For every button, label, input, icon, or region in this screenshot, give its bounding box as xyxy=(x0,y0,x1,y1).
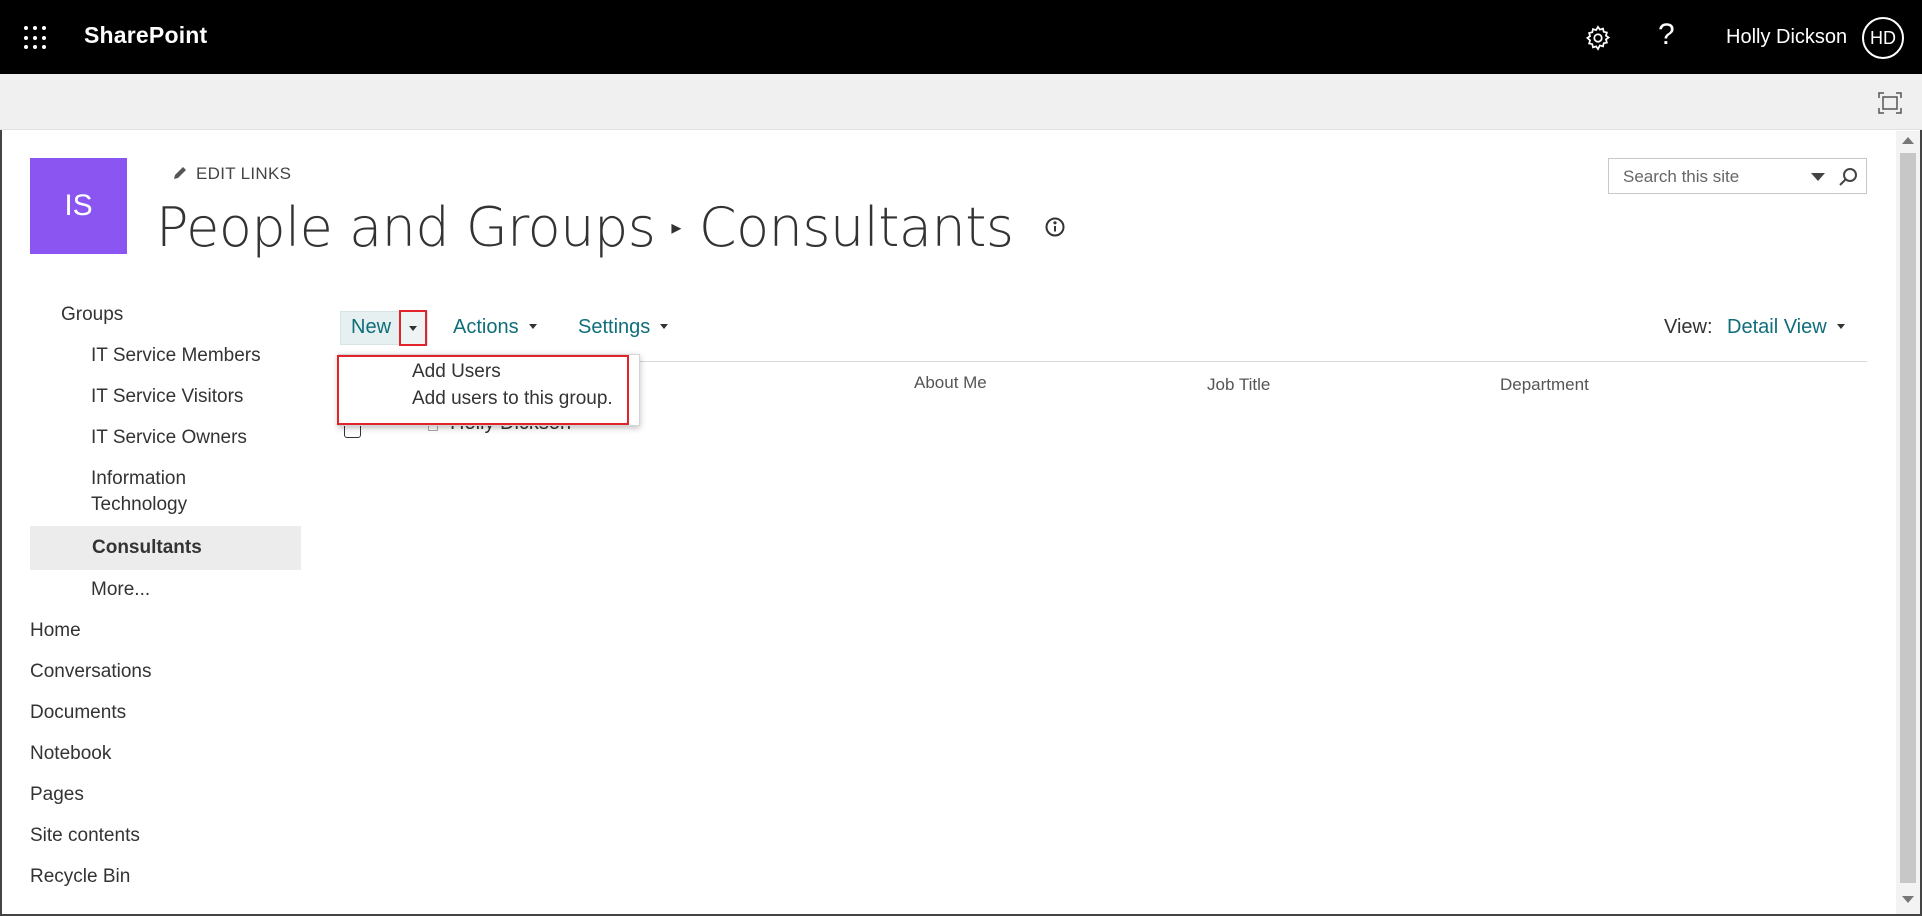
chevron-down-icon xyxy=(660,324,669,329)
actions-label: Actions xyxy=(453,316,519,338)
nav-item-site-contents[interactable]: Site contents xyxy=(30,823,140,849)
settings-menu[interactable]: Settings xyxy=(578,316,669,339)
new-button[interactable]: New xyxy=(351,316,391,339)
site-logo[interactable]: IS xyxy=(30,158,127,254)
nav-item-information-technology[interactable]: Information Technology xyxy=(91,466,187,518)
suite-bar: SharePoint ? Holly Dickson HD xyxy=(0,0,1922,74)
nav-item-conversations[interactable]: Conversations xyxy=(30,659,151,685)
new-button-group: New xyxy=(340,310,428,346)
nav-item-home[interactable]: Home xyxy=(30,618,81,644)
nav-groups-heading[interactable]: Groups xyxy=(61,302,123,328)
edit-links-label: EDIT LINKS xyxy=(196,164,292,183)
nav-item-it-service-members[interactable]: IT Service Members xyxy=(91,343,261,369)
search-scope-chevron-icon[interactable] xyxy=(1811,173,1825,181)
info-icon[interactable] xyxy=(1044,216,1066,238)
nav-item-documents[interactable]: Documents xyxy=(30,700,126,726)
scroll-up-icon[interactable] xyxy=(1902,137,1914,144)
nav-item-pages[interactable]: Pages xyxy=(30,782,84,808)
settings-label: Settings xyxy=(578,316,651,338)
column-header-about-me[interactable]: About Me xyxy=(914,373,987,393)
view-label: View: xyxy=(1664,316,1713,338)
help-icon[interactable]: ? xyxy=(1658,18,1675,52)
focus-content-icon[interactable] xyxy=(1878,92,1902,114)
chevron-down-icon xyxy=(528,324,537,329)
app-launcher-icon[interactable] xyxy=(24,26,48,50)
ribbon-bar xyxy=(0,74,1922,130)
view-selector[interactable]: Detail View xyxy=(1727,316,1845,339)
chevron-down-icon xyxy=(409,326,417,331)
nav-item-consultants[interactable]: Consultants xyxy=(92,535,202,561)
vertical-scrollbar[interactable] xyxy=(1896,131,1920,914)
view-value: Detail View xyxy=(1727,316,1827,338)
new-dropdown-button[interactable] xyxy=(399,310,427,346)
scroll-thumb[interactable] xyxy=(1900,153,1916,883)
nav-item-recycle-bin[interactable]: Recycle Bin xyxy=(30,864,130,890)
search-input[interactable] xyxy=(1623,166,1803,188)
brand-name[interactable]: SharePoint xyxy=(84,22,207,49)
pencil-icon xyxy=(174,167,186,179)
nav-item-more[interactable]: More... xyxy=(91,577,150,603)
scroll-down-icon[interactable] xyxy=(1902,896,1914,903)
menu-item-add-users[interactable]: Add Users xyxy=(412,361,501,383)
page-title: People and Groups ▸ Consultants xyxy=(156,196,1066,259)
nav-item-it-service-visitors[interactable]: IT Service Visitors xyxy=(91,384,243,410)
search-box xyxy=(1608,158,1867,194)
nav-item-notebook[interactable]: Notebook xyxy=(30,741,111,767)
nav-item-it-service-owners[interactable]: IT Service Owners xyxy=(91,425,247,451)
menu-item-description: Add users to this group. xyxy=(412,388,613,409)
breadcrumb-current: Consultants xyxy=(698,196,1014,259)
user-name[interactable]: Holly Dickson xyxy=(1726,26,1847,49)
column-header-department[interactable]: Department xyxy=(1500,375,1589,395)
new-dropdown-menu[interactable]: Add Users Add users to this group. xyxy=(337,354,640,426)
breadcrumb-separator-icon: ▸ xyxy=(671,215,681,239)
chevron-down-icon xyxy=(1836,324,1845,329)
window-frame xyxy=(0,0,1922,916)
gear-icon[interactable] xyxy=(1584,24,1612,52)
search-icon[interactable] xyxy=(1837,166,1859,188)
actions-menu[interactable]: Actions xyxy=(453,316,537,339)
avatar[interactable]: HD xyxy=(1862,17,1904,59)
breadcrumb-parent[interactable]: People and Groups xyxy=(156,196,656,259)
edit-links-button[interactable]: EDIT LINKS xyxy=(172,164,291,184)
column-header-job-title[interactable]: Job Title xyxy=(1207,375,1270,395)
